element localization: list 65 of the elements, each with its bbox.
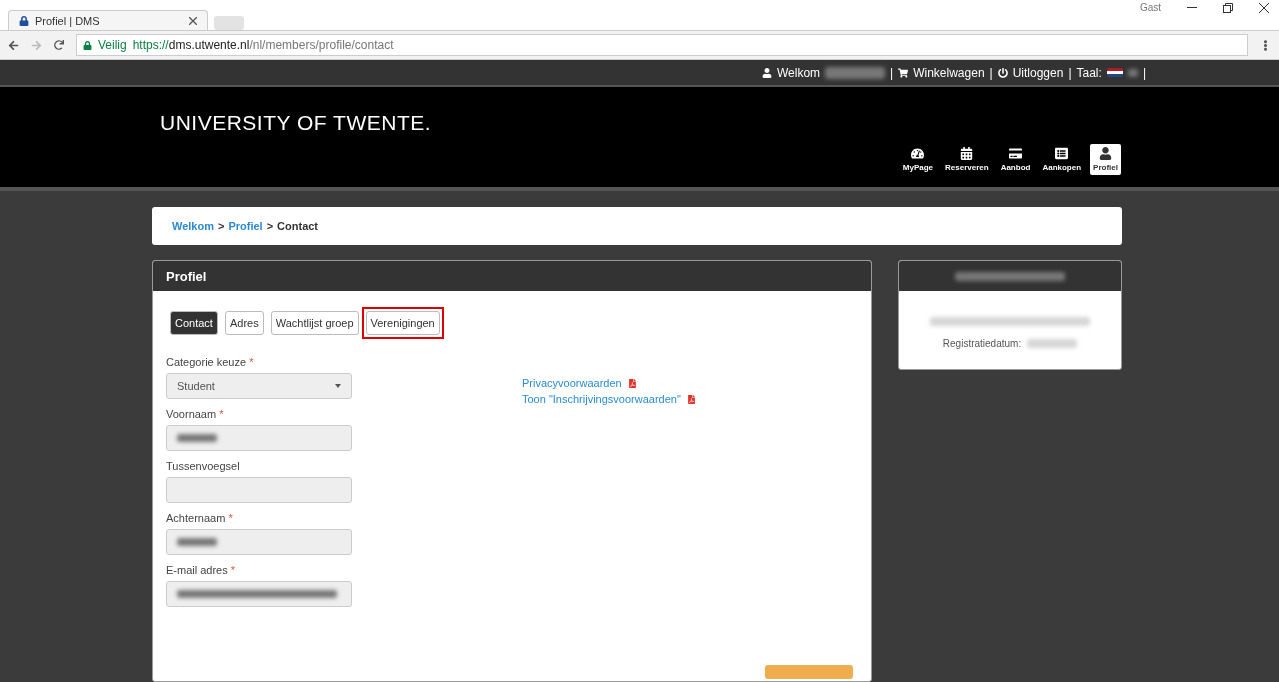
tab[interactable]: Contact bbox=[170, 311, 218, 335]
separator-text: | bbox=[989, 65, 993, 80]
minimize-icon[interactable] bbox=[1187, 6, 1197, 9]
power-icon[interactable] bbox=[997, 67, 1008, 78]
panel-title: Profiel bbox=[153, 261, 871, 291]
field-label: Tussenvoegsel bbox=[166, 460, 241, 472]
breadcrumb-text: > bbox=[218, 220, 225, 232]
blurred-date bbox=[1027, 339, 1078, 348]
cart-icon[interactable] bbox=[898, 67, 909, 78]
caret-icon bbox=[335, 384, 341, 388]
breadcrumb-link[interactable]: Profiel bbox=[228, 220, 263, 232]
field-label: E-mail adres * bbox=[166, 564, 237, 576]
breadcrumb-link[interactable]: Welkom bbox=[172, 220, 214, 232]
field-label: Voornaam * bbox=[166, 408, 225, 420]
nav-item[interactable]: Profiel bbox=[1090, 144, 1121, 175]
nav-item[interactable]: MyPage bbox=[899, 144, 937, 175]
registration-label: Registratiedatum: bbox=[942, 338, 1022, 349]
secure-label: Veilig bbox=[98, 38, 127, 52]
tab-title: Profiel | DMS bbox=[35, 14, 101, 27]
reload-icon[interactable] bbox=[54, 40, 64, 50]
blurred-name bbox=[825, 66, 886, 79]
lock-icon bbox=[83, 40, 92, 50]
restore-icon[interactable] bbox=[1223, 2, 1233, 13]
select-field[interactable]: Student bbox=[166, 373, 352, 399]
nav-item[interactable]: Aankopen bbox=[1039, 144, 1085, 175]
tab[interactable]: Verenigingen bbox=[365, 311, 440, 335]
separator-text: | bbox=[1068, 65, 1072, 80]
logout-link[interactable]: Uitloggen bbox=[1012, 65, 1064, 80]
input-field[interactable] bbox=[166, 529, 352, 555]
blurred-value bbox=[177, 538, 217, 546]
browser-tab[interactable]: Profiel | DMS bbox=[8, 10, 208, 30]
address-bar[interactable]: Veilig https://dms.utwente.nl/nl/members/profile/contact bbox=[76, 34, 1248, 56]
user-icon bbox=[761, 67, 772, 78]
pdf-icon[interactable] bbox=[627, 378, 637, 388]
gauge-icon bbox=[911, 147, 925, 160]
input-field[interactable] bbox=[166, 425, 352, 451]
university-logo[interactable]: UNIVERSITY OF TWENTE. bbox=[160, 111, 1121, 135]
calendar-icon bbox=[960, 147, 974, 160]
nav-item[interactable]: Aanbod bbox=[997, 144, 1034, 175]
tab[interactable]: Adres bbox=[224, 311, 264, 335]
close-icon[interactable] bbox=[1259, 2, 1269, 13]
tab[interactable]: Wachtlijst groep bbox=[270, 311, 359, 335]
field-label: Achternaam * bbox=[166, 512, 234, 524]
url-text: https://dms.utwente.nl/nl/members/profile/contact bbox=[132, 38, 394, 52]
breadcrumb-text: > bbox=[266, 220, 274, 232]
blurred-value bbox=[177, 434, 217, 442]
cart-link[interactable]: Winkelwagen bbox=[913, 65, 985, 80]
separator-text: | bbox=[890, 65, 894, 80]
list-icon bbox=[1055, 147, 1069, 160]
language-label: Taal: bbox=[1076, 65, 1102, 80]
input-field[interactable] bbox=[166, 477, 352, 503]
profile-name: Gast bbox=[1139, 2, 1161, 13]
card-icon bbox=[1009, 147, 1023, 160]
close-icon[interactable] bbox=[189, 16, 197, 25]
document-link[interactable]: Toon "Inschrijvingsvoorwaarden" bbox=[522, 393, 681, 405]
separator-text: | bbox=[1142, 65, 1146, 80]
document-link[interactable]: Privacyvoorwaarden bbox=[522, 377, 622, 389]
field-label: Categorie keuze * bbox=[166, 356, 255, 368]
input-field[interactable] bbox=[166, 581, 352, 607]
nav-item[interactable]: Reserveren bbox=[942, 144, 992, 175]
pdf-icon[interactable] bbox=[686, 394, 696, 404]
breadcrumb-text: Contact bbox=[277, 220, 319, 232]
user-icon bbox=[1099, 147, 1113, 160]
welcome-text: Welkom bbox=[776, 65, 821, 80]
back-icon[interactable] bbox=[8, 39, 19, 51]
